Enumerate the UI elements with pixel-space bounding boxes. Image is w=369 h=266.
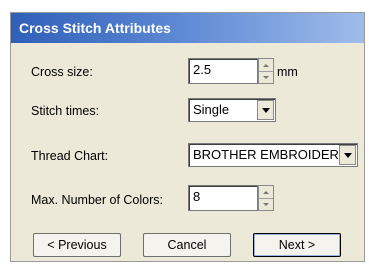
- max-colors-input[interactable]: 8: [188, 185, 258, 211]
- previous-button[interactable]: < Previous: [33, 233, 121, 257]
- spin-down-icon[interactable]: [259, 71, 273, 83]
- stitch-times-select[interactable]: Single: [188, 98, 276, 122]
- max-colors-label: Max. Number of Colors:: [31, 193, 163, 207]
- cross-stitch-attributes-dialog: Cross Stitch Attributes Cross size: 2.5 …: [10, 12, 365, 262]
- thread-chart-value: BROTHER EMBROIDERY: [193, 147, 338, 162]
- stitch-times-value: Single: [193, 102, 230, 117]
- next-button[interactable]: Next >: [253, 233, 341, 257]
- cross-size-spinner[interactable]: [258, 58, 274, 84]
- thread-chart-label: Thread Chart:: [31, 149, 109, 163]
- max-colors-spinner[interactable]: [258, 185, 274, 211]
- chevron-down-icon[interactable]: [257, 100, 274, 120]
- thread-chart-select[interactable]: BROTHER EMBROIDERY: [188, 143, 358, 167]
- cross-size-unit: mm: [277, 65, 298, 79]
- dialog-title: Cross Stitch Attributes: [11, 13, 364, 43]
- cross-size-input[interactable]: 2.5: [188, 58, 258, 84]
- cancel-button[interactable]: Cancel: [143, 233, 231, 257]
- cross-size-label: Cross size:: [31, 65, 93, 79]
- stitch-times-label: Stitch times:: [31, 104, 100, 118]
- spin-down-icon[interactable]: [259, 198, 273, 210]
- chevron-down-icon[interactable]: [339, 145, 356, 165]
